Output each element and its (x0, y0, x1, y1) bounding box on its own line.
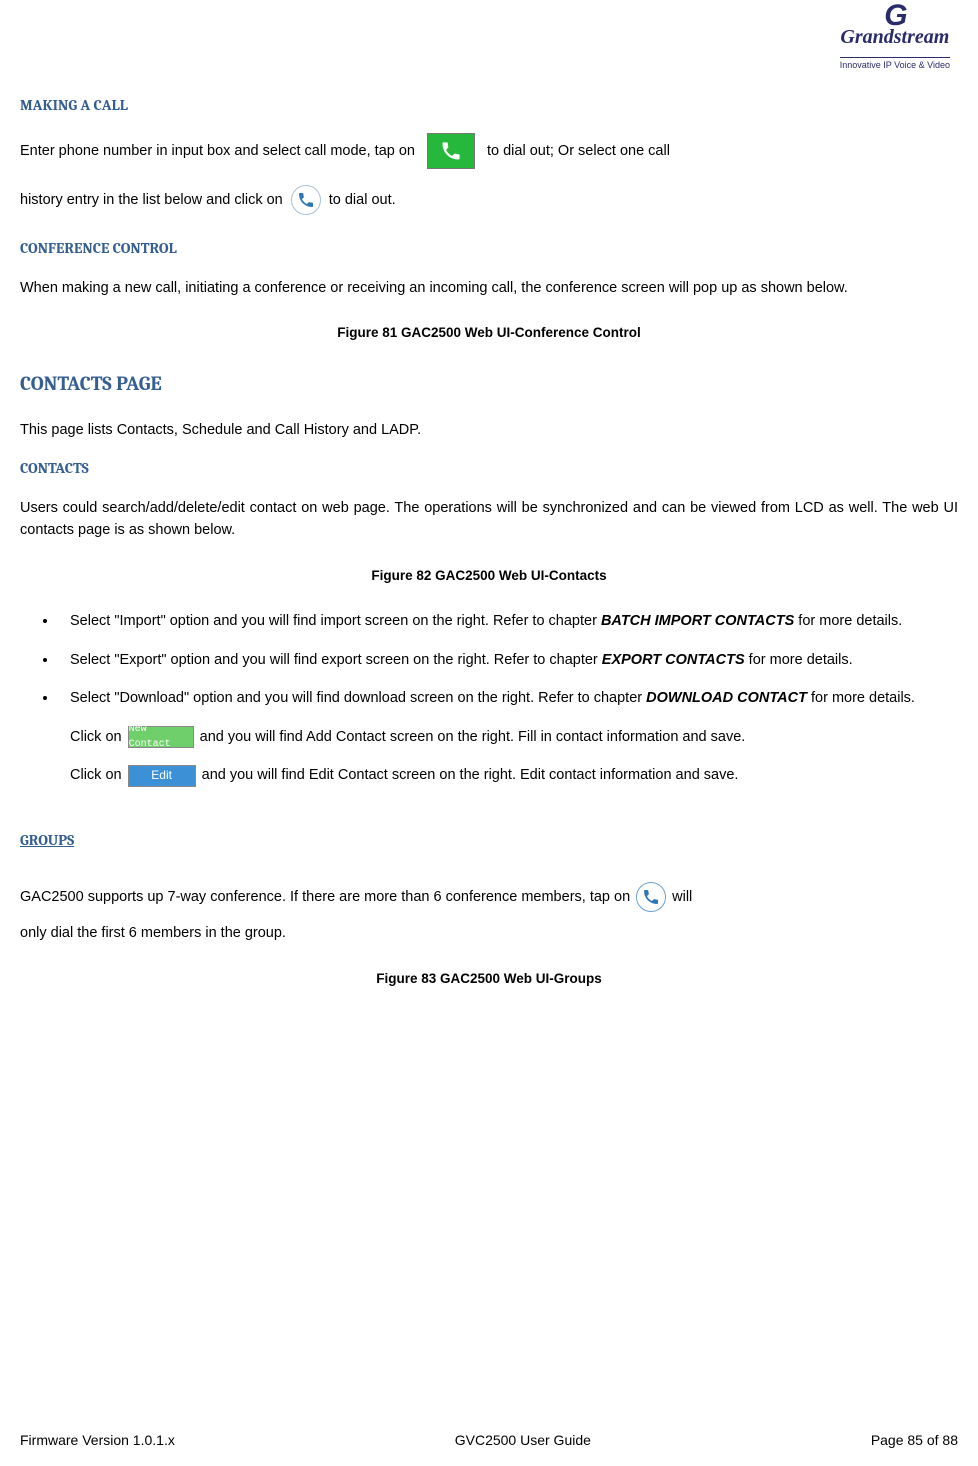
heading-conference-control: CONFERENCE CONTROL (20, 237, 958, 260)
making-call-text-1: Enter phone number in input box and sele… (20, 140, 415, 162)
logo-swoosh-icon: G (840, 10, 950, 22)
conference-control-text: When making a new call, initiating a con… (20, 277, 958, 299)
edit-button-icon: Edit (128, 765, 196, 787)
page-footer: Firmware Version 1.0.1.x GVC2500 User Gu… (20, 1430, 958, 1452)
heading-contacts-page: CONTACTS PAGE (20, 368, 958, 399)
dial-green-icon (427, 133, 475, 169)
contacts-text: Users could search/add/delete/edit conta… (20, 497, 958, 542)
making-call-text-4: to dial out. (329, 189, 396, 211)
bullet-export: Select "Export" option and you will find… (58, 649, 958, 671)
making-call-text-2: to dial out; Or select one call (487, 140, 670, 162)
figure-83-caption: Figure 83 GAC2500 Web UI-Groups (20, 969, 958, 990)
figure-82-caption: Figure 82 GAC2500 Web UI-Contacts (20, 566, 958, 587)
groups-text-3: only dial the first 6 members in the gro… (20, 922, 958, 944)
footer-page: Page 85 of 88 (871, 1430, 958, 1452)
new-contact-button-icon: New Contact (128, 726, 194, 748)
footer-title: GVC2500 User Guide (455, 1430, 591, 1452)
making-call-text-3: history entry in the list below and clic… (20, 189, 283, 211)
brand-tagline: Innovative IP Voice & Video (840, 57, 950, 73)
contacts-bullet-list: Select "Import" option and you will find… (20, 610, 958, 786)
brand-name: Grandstream (840, 22, 950, 53)
dial-blue-circle-icon (291, 185, 321, 215)
group-call-icon (636, 882, 666, 912)
bullet-new-contact: Click on New Contact and you will find A… (58, 726, 958, 748)
heading-making-a-call: MAKING A CALL (20, 94, 958, 117)
brand-logo: G Grandstream Innovative IP Voice & Vide… (840, 10, 950, 73)
bullet-import: Select "Import" option and you will find… (58, 610, 958, 632)
figure-81-caption: Figure 81 GAC2500 Web UI-Conference Cont… (20, 323, 958, 344)
groups-text-1: GAC2500 supports up 7-way conference. If… (20, 886, 630, 908)
heading-contacts: CONTACTS (20, 457, 958, 480)
heading-groups: GROUPS (20, 829, 958, 852)
bullet-edit-contact: Click on Edit and you will find Edit Con… (58, 764, 958, 786)
footer-firmware: Firmware Version 1.0.1.x (20, 1430, 175, 1452)
contacts-page-text: This page lists Contacts, Schedule and C… (20, 419, 958, 441)
bullet-download: Select "Download" option and you will fi… (58, 687, 958, 709)
groups-text-2: will (672, 886, 692, 908)
